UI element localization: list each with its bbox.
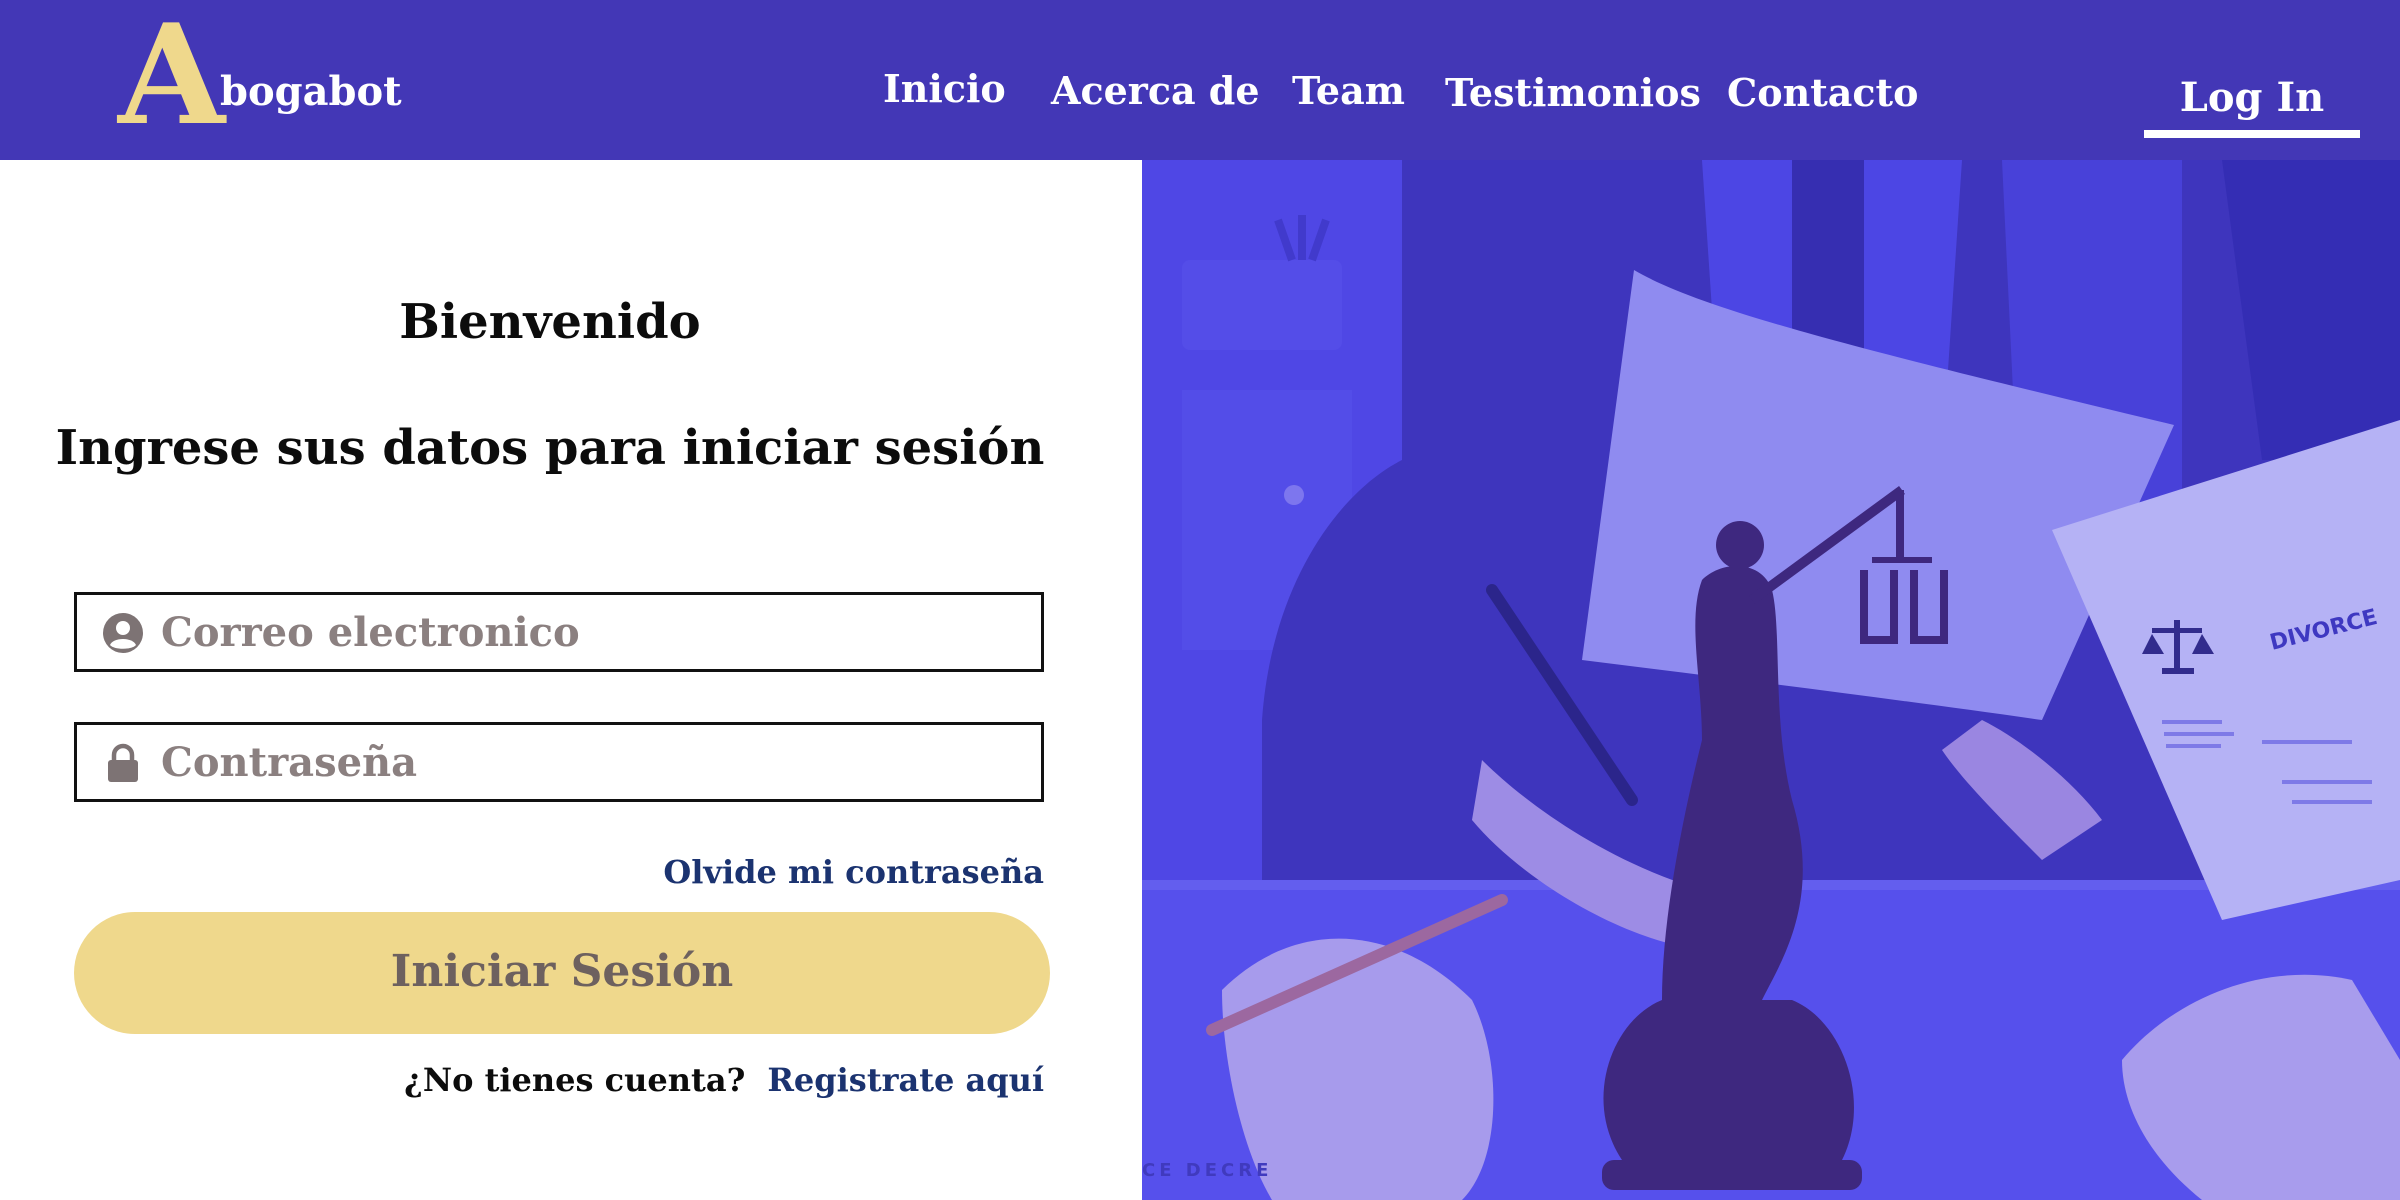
password-input[interactable] bbox=[161, 725, 1021, 799]
login-submit-label: Iniciar Sesión bbox=[390, 946, 734, 997]
login-subtitle: Ingrese sus datos para iniciar sesión bbox=[55, 420, 1045, 476]
hero-photo-illustration: DIVORCE CE DECRE bbox=[1142, 160, 2400, 1200]
nav-link-acerca-de[interactable]: Acerca de bbox=[1051, 72, 1260, 110]
lock-icon bbox=[108, 743, 138, 782]
login-nav-label: Log In bbox=[2179, 74, 2325, 121]
brand-logo[interactable]: A bogabot bbox=[118, 6, 402, 144]
nav-link-team[interactable]: Team bbox=[1292, 72, 1405, 110]
nav-link-testimonios[interactable]: Testimonios bbox=[1445, 74, 1701, 112]
nav-link-contacto[interactable]: Contacto bbox=[1727, 74, 1918, 112]
email-field[interactable] bbox=[74, 592, 1044, 672]
email-input[interactable] bbox=[161, 595, 1021, 669]
logo-text: bogabot bbox=[220, 68, 402, 115]
forgot-password-link[interactable]: Olvide mi contraseña bbox=[663, 856, 1044, 888]
hero-image: DIVORCE CE DECRE bbox=[1142, 160, 2400, 1200]
nav-link-inicio[interactable]: Inicio bbox=[883, 70, 1006, 108]
login-nav-button[interactable]: Log In bbox=[2144, 74, 2360, 138]
user-circle-icon bbox=[103, 613, 143, 653]
login-submit-button[interactable]: Iniciar Sesión bbox=[74, 912, 1050, 1034]
logo-letter: A bbox=[118, 0, 226, 156]
signup-link[interactable]: Registrate aquí bbox=[767, 1061, 1044, 1099]
password-field[interactable] bbox=[74, 722, 1044, 802]
login-active-underline bbox=[2144, 130, 2360, 138]
signup-prompt: ¿No tienes cuenta? Registrate aquí bbox=[404, 1064, 1044, 1096]
login-panel: Bienvenido Ingrese sus datos para inicia… bbox=[0, 160, 1142, 1200]
top-navbar: A bogabot Inicio Acerca de Team Testimon… bbox=[0, 0, 2400, 160]
welcome-title: Bienvenido bbox=[399, 294, 701, 350]
signup-question: ¿No tienes cuenta? bbox=[404, 1061, 746, 1099]
